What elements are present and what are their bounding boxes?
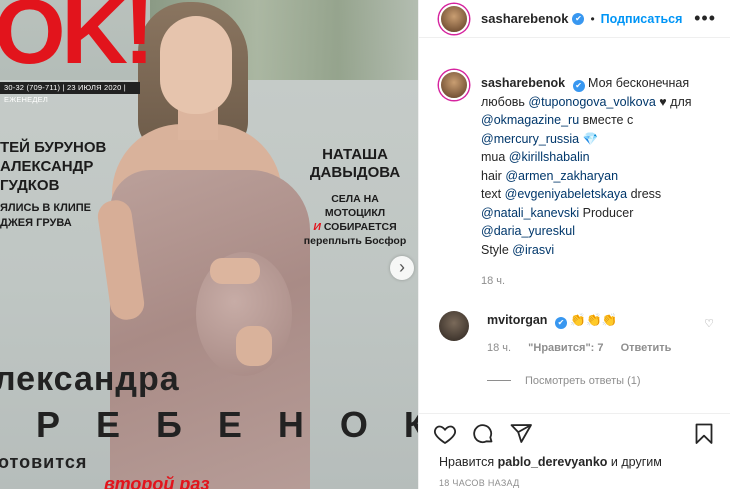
caption-text: Producer xyxy=(579,205,634,220)
cover-tagline-red: второй раз xyxy=(104,474,210,489)
caption-line: любовь @tuponogova_volkova ♥ для xyxy=(481,93,692,112)
post-timestamp[interactable]: 18 ЧАСОВ НАЗАД xyxy=(439,478,520,488)
magazine-logo: OK! xyxy=(0,0,155,83)
likes-prefix: Нравится xyxy=(439,455,498,469)
verified-icon: ✔ xyxy=(572,12,585,25)
action-bar xyxy=(419,413,730,453)
comment-avatar[interactable] xyxy=(439,310,469,341)
caption-text: hair xyxy=(481,168,506,183)
caption-text: mua xyxy=(481,150,509,164)
caption-mention[interactable]: @daria_yureskul xyxy=(481,224,575,238)
cover-subline-right: СЕЛА НА МОТОЦИКЛ и СОБИРАЕТСЯ переплыть … xyxy=(300,192,410,248)
verified-icon: ✔ xyxy=(554,316,567,329)
caption-username[interactable]: sasharebenok xyxy=(481,76,565,90)
caption-mention[interactable]: @irasvi xyxy=(512,243,554,257)
caption-text: любовь xyxy=(481,94,529,109)
more-options-icon[interactable]: ••• xyxy=(694,8,716,29)
caption-mention[interactable]: @kirillshabalin xyxy=(509,150,590,164)
caption-line: sasharebenok ✔ Моя бесконечная xyxy=(481,74,692,93)
likes-suffix[interactable]: и другим xyxy=(607,455,662,469)
post-details-panel: sasharebenok ✔ • Подписаться ••• sashare… xyxy=(418,0,730,489)
comments-list[interactable]: sasharebenok ✔ Моя бесконечная любовь @t… xyxy=(419,56,730,406)
comment-item: mvitorgan ✔ 👏👏👏 18 ч. "Нравится": 7 Отве… xyxy=(439,310,716,357)
caption-mention[interactable]: @natali_kanevski xyxy=(481,206,579,220)
cover-tagline: отовится xyxy=(0,452,88,472)
reply-button[interactable]: Ответить xyxy=(621,342,672,354)
separator-dot: • xyxy=(590,11,595,26)
woman-hand-lower xyxy=(236,326,272,366)
cover-subline-right-line: СЕЛА НА МОТОЦИКЛ xyxy=(324,193,386,219)
caption-line: hair @armen_zakharyan xyxy=(481,167,692,186)
cover-subline-left-line: джея Грува xyxy=(0,217,72,229)
caption-line: mua @kirillshabalin xyxy=(481,148,692,167)
caption-line: @mercury_russia 💎 xyxy=(481,130,692,149)
view-replies-button[interactable]: Посмотреть ответы (1) xyxy=(487,375,716,387)
comment-username[interactable]: mvitorgan xyxy=(487,313,547,327)
cover-headline-right-line: ДАВЫДОВА xyxy=(309,164,401,181)
caption-text: вместе с xyxy=(579,113,634,127)
caption-mention[interactable]: @evgeniyabeletskaya xyxy=(505,187,628,201)
comment-body: mvitorgan ✔ 👏👏👏 18 ч. "Нравится": 7 Отве… xyxy=(487,311,685,357)
caption-text: Style xyxy=(481,242,513,257)
caption-avatar[interactable] xyxy=(439,70,469,100)
woman-hand xyxy=(210,258,260,284)
caption-mention[interactable]: @tuponogova_volkova xyxy=(528,95,655,109)
verified-icon: ✔ xyxy=(572,80,585,92)
comment-icon[interactable] xyxy=(471,422,495,446)
caption-text: text xyxy=(481,187,505,201)
cover-name-first: лександра xyxy=(0,360,180,398)
caption-body: sasharebenok ✔ Моя бесконечная любовь @t… xyxy=(481,74,692,291)
comment-like-heart-icon[interactable]: ♡ xyxy=(704,317,714,330)
caption-text: 💎 xyxy=(579,131,599,146)
caption-time[interactable]: 18 ч. xyxy=(481,272,692,291)
comment-line: mvitorgan ✔ 👏👏👏 xyxy=(487,311,685,329)
comment-likes[interactable]: "Нравится": 7 xyxy=(528,342,603,354)
caption-mention[interactable]: @armen_zakharyan xyxy=(505,169,618,183)
caption-mention[interactable]: @mercury_russia xyxy=(481,132,579,146)
post-header: sasharebenok ✔ • Подписаться ••• xyxy=(419,0,730,38)
cover-headline-left-line: ГУДКОВ xyxy=(0,177,60,194)
caption-text: Моя бесконечная xyxy=(588,76,690,90)
cover-headline-left-line: АЛЕКСАНДР xyxy=(0,158,94,175)
cover-subline-right-word: СОБИРАЕТСЯ xyxy=(323,221,397,233)
cover-ampersand: и xyxy=(313,221,321,233)
likes-user[interactable]: pablo_derevyanko xyxy=(498,455,608,469)
post-caption: sasharebenok ✔ Моя бесконечная любовь @t… xyxy=(439,56,716,291)
cover-name-last: РЕБЕНОК xyxy=(36,404,418,445)
cover-headline-left: ТЕЙ БУРУНОВ АЛЕКСАНДР ГУДКОВ ялись в кли… xyxy=(0,138,120,231)
cover-subline-right-line: и СОБИРАЕТСЯ xyxy=(300,220,410,234)
replies-divider xyxy=(487,380,511,381)
caption-line: @daria_yureskul xyxy=(481,222,692,241)
caption-text: ♥ для xyxy=(655,94,692,109)
cover-subline-left: ялись в клипе джея Грува xyxy=(0,201,120,231)
bookmark-icon[interactable] xyxy=(692,422,716,446)
issue-line: 30-32 (709-711) | 23 ИЮЛЯ 2020 | ЕЖЕНЕДЕ… xyxy=(0,82,140,104)
post-image[interactable]: OK! 30-32 (709-711) | 23 ИЮЛЯ 2020 | ЕЖЕ… xyxy=(0,0,418,489)
caption-text: dress xyxy=(627,187,662,201)
cover-subline-left-line: ялись в клипе xyxy=(0,202,92,214)
likes-summary: Нравится pablo_derevyanko и другим xyxy=(439,455,662,469)
caption-line: Style @irasvi xyxy=(481,241,692,260)
cover-subline-right-line: переплыть Босфор xyxy=(303,235,407,247)
comment-text: 👏👏👏 xyxy=(570,312,618,327)
carousel-next-button[interactable]: › xyxy=(390,256,414,280)
view-replies-label: Посмотреть ответы (1) xyxy=(525,374,641,387)
comment-time[interactable]: 18 ч. xyxy=(487,342,511,354)
cover-headline-right: НАТАША ДАВЫДОВА СЕЛА НА МОТОЦИКЛ и СОБИР… xyxy=(300,146,410,248)
caption-line: text @evgeniyabeletskaya dress xyxy=(481,185,692,204)
caption-line: @okmagazine_ru вместе с xyxy=(481,111,692,130)
comment-meta: 18 ч. "Нравится": 7 Ответить xyxy=(487,339,685,357)
share-icon[interactable] xyxy=(509,422,533,446)
woman-face xyxy=(160,16,232,114)
cover-headline-right-line: НАТАША xyxy=(322,146,388,163)
caption-line: @natali_kanevski Producer xyxy=(481,204,692,223)
heart-icon[interactable] xyxy=(433,422,457,446)
author-username[interactable]: sasharebenok xyxy=(481,11,568,26)
author-avatar[interactable] xyxy=(439,3,469,34)
follow-button[interactable]: Подписаться xyxy=(601,12,683,26)
caption-mention[interactable]: @okmagazine_ru xyxy=(481,113,579,127)
cover-headline-left-line: ТЕЙ БУРУНОВ xyxy=(0,139,107,156)
